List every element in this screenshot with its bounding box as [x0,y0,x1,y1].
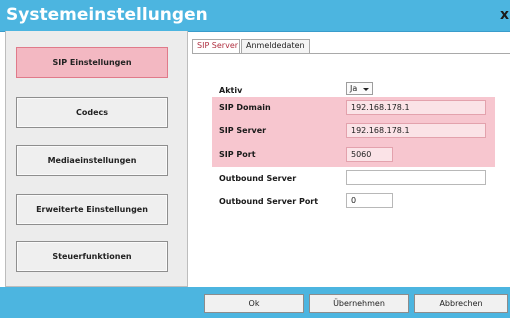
sip-server-field[interactable]: 192.168.178.1 [346,123,486,138]
label-outbound-server-port: Outbound Server Port [219,197,319,206]
outbound-server-port-field[interactable]: 0 [346,193,393,208]
label-aktiv: Aktiv [219,86,243,95]
aktiv-select-value: Ja [350,84,358,93]
cancel-button[interactable]: Abbrechen [414,294,508,313]
tab-sip-server[interactable]: SIP Server [192,39,240,53]
aktiv-select[interactable]: Ja [346,82,373,95]
nav-button-steuerfunktionen[interactable]: Steuerfunktionen [16,241,168,272]
sip-port-field[interactable]: 5060 [346,147,393,162]
nav-button-label: Mediaeinstellungen [47,156,137,165]
nav-button-label: Codecs [75,108,109,117]
nav-button-label: Steuerfunktionen [52,252,132,261]
tab-anmeldedaten[interactable]: Anmeldedaten [241,39,310,53]
label-sip-server: SIP Server [219,126,267,135]
title-bar: Systemeinstellungen x [0,0,510,32]
nav-button-label: SIP Einstellungen [52,58,132,67]
nav-button-sip-einstellungen[interactable]: SIP Einstellungen [16,47,168,78]
sip-domain-field[interactable]: 192.168.178.1 [346,100,486,115]
label-outbound-server: Outbound Server [219,174,297,183]
nav-button-label: Erweiterte Einstellungen [36,205,148,214]
ok-button[interactable]: Ok [204,294,304,313]
nav-button-codecs[interactable]: Codecs [16,97,168,128]
apply-button[interactable]: Übernehmen [309,294,409,313]
close-icon[interactable]: x [500,7,510,23]
window-title: Systemeinstellungen [6,5,208,25]
nav-button-mediaeinstellungen[interactable]: Mediaeinstellungen [16,145,168,176]
nav-button-erweiterte-einstellungen[interactable]: Erweiterte Einstellungen [16,194,168,225]
chevron-down-icon [363,88,369,91]
label-sip-port: SIP Port [219,150,256,159]
outbound-server-field[interactable] [346,170,486,185]
label-sip-domain: SIP Domain [219,103,271,112]
